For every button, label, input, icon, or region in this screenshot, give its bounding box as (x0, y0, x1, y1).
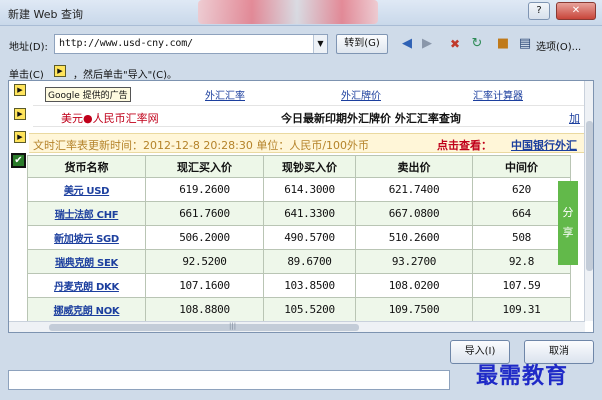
table-select-arrow-icon[interactable]: ▶ (14, 108, 26, 120)
spot-buy-cell: 619.2600 (145, 177, 264, 202)
google-ad-label[interactable]: Google 提供的广告 (45, 87, 131, 102)
cash-buy-cell: 89.6700 (263, 249, 356, 274)
mid-cell: 664 (472, 201, 571, 226)
mid-cell: 620 (472, 177, 571, 202)
cash-buy-cell: 490.5700 (263, 225, 356, 250)
address-url: http://www.usd-cny.com/ (59, 38, 193, 49)
mid-cell: 107.59 (472, 273, 571, 298)
sell-cell: 667.0800 (355, 201, 473, 226)
header-spot-buy: 现汇买入价 (145, 155, 264, 178)
title-bar: 新建 Web 查询 ? ✕ (0, 0, 602, 26)
table-row: 丹麦克朗 DKK 107.1600 103.8500 108.0200 107.… (27, 273, 571, 298)
watermark-text: 最需教育 (476, 363, 569, 389)
table-row: 瑞士法郎 CHF 661.7600 641.3300 667.0800 664 (27, 201, 571, 226)
site-nav: Google 提供的广告 外汇汇率 外汇牌价 汇率计算器 (31, 87, 591, 102)
spot-buy-cell: 506.2000 (145, 225, 264, 250)
blurred-title-region (198, 0, 378, 24)
refresh-icon[interactable]: ↻ (468, 35, 486, 53)
nav-link-forex-rate[interactable]: 外汇汇率 (205, 87, 245, 102)
table-row: 瑞典克朗 SEK 92.5200 89.6700 93.2700 92.8 (27, 249, 571, 274)
boc-forex-link[interactable]: 中国银行外汇 (511, 137, 577, 153)
header-currency: 货币名称 (27, 155, 146, 178)
nav-link-forex-quote[interactable]: 外汇牌价 (341, 87, 381, 102)
sell-cell: 108.0200 (355, 273, 473, 298)
table-row: 新加坡元 SGD 506.2000 490.5700 510.2600 508 (27, 225, 571, 250)
share-label: 分享 (562, 206, 574, 239)
address-input[interactable]: http://www.usd-cny.com/ ▼ (54, 34, 328, 54)
spot-buy-cell: 108.8800 (145, 297, 264, 322)
options-button[interactable]: 选项(O)... (536, 38, 581, 53)
save-query-icon[interactable]: ■ (494, 35, 512, 53)
nav-link-rate-calculator[interactable]: 汇率计算器 (473, 87, 523, 102)
spot-buy-cell: 92.5200 (145, 249, 264, 274)
scroll-grip-icon: ||| (229, 322, 237, 330)
close-button[interactable]: ✕ (556, 2, 596, 20)
instruction-text-prefix: 单击(C) (9, 70, 44, 81)
update-click-label: 点击查看： (437, 139, 492, 152)
status-bar (8, 370, 450, 390)
mid-cell: 508 (472, 225, 571, 250)
cash-buy-cell: 614.3000 (263, 177, 356, 202)
header-cash-buy: 现钞买入价 (263, 155, 356, 178)
currency-link[interactable]: 挪威克朗 NOK (27, 297, 146, 322)
currency-link[interactable]: 美元 USD (27, 177, 146, 202)
sell-cell: 510.2600 (355, 225, 473, 250)
sell-cell: 93.2700 (355, 249, 473, 274)
cash-buy-cell: 103.8500 (263, 273, 356, 298)
table-selected-check-icon[interactable]: ✔ (11, 153, 26, 168)
update-time-text: 文时汇率表更新时间：2012-12-8 20:28:30 单位：人民币/100外… (33, 139, 370, 152)
site-logo[interactable]: 美元●人民币汇率网 (61, 110, 159, 126)
currency-link[interactable]: 丹麦克朗 DKK (27, 273, 146, 298)
exchange-rate-table: 货币名称 现汇买入价 现钞买入价 卖出价 中间价 美元 USD 619.2600… (27, 155, 571, 322)
address-dropdown-icon[interactable]: ▼ (313, 35, 327, 53)
cash-buy-cell: 641.3300 (263, 201, 356, 226)
stop-icon[interactable]: ✖ (446, 35, 464, 53)
table-row: 挪威克朗 NOK 108.8800 105.5200 109.7500 109.… (27, 297, 571, 322)
vertical-scrollbar[interactable] (584, 81, 593, 321)
go-button[interactable]: 转到(G) (336, 34, 388, 54)
horizontal-scrollbar[interactable]: ||| (9, 321, 585, 332)
table-row: 美元 USD 619.2600 614.3000 621.7400 620 (27, 177, 571, 202)
currency-link[interactable]: 瑞士法郎 CHF (27, 201, 146, 226)
site-title: 今日最新印期外汇牌价 外汇汇率查询 (281, 112, 461, 125)
help-button[interactable]: ? (528, 2, 550, 20)
window-title: 新建 Web 查询 (8, 8, 83, 21)
header-mid: 中间价 (472, 155, 571, 178)
header-sell: 卖出价 (355, 155, 473, 178)
sell-cell: 621.7400 (355, 177, 473, 202)
currency-link[interactable]: 瑞典克朗 SEK (27, 249, 146, 274)
table-select-arrow-icon[interactable]: ▶ (14, 84, 26, 96)
vertical-scroll-thumb[interactable] (586, 121, 593, 271)
cash-buy-cell: 105.5200 (263, 297, 356, 322)
web-preview-frame: ▶ ▶ ▶ Google 提供的广告 外汇汇率 外汇牌价 汇率计算器 美元●人民… (8, 80, 594, 333)
site-header: 美元●人民币汇率网 今日最新印期外汇牌价 外汇汇率查询 加 (33, 105, 584, 127)
site-more-link[interactable]: 加 (569, 110, 580, 126)
forward-arrow-icon[interactable]: ▶ (418, 35, 436, 53)
share-button[interactable]: 分享 (558, 181, 578, 265)
sell-cell: 109.7500 (355, 297, 473, 322)
spot-buy-cell: 107.1600 (145, 273, 264, 298)
mid-cell: 109.31 (472, 297, 571, 322)
options-icon[interactable]: ▤ (516, 35, 534, 53)
update-bar: 文时汇率表更新时间：2012-12-8 20:28:30 单位：人民币/100外… (29, 133, 585, 153)
mid-cell: 92.8 (472, 249, 571, 274)
table-select-arrow-icon[interactable]: ▶ (14, 131, 26, 143)
yellow-arrow-icon: ▶ (54, 65, 66, 77)
horizontal-scroll-thumb[interactable] (49, 324, 359, 331)
back-arrow-icon[interactable]: ◀ (398, 35, 416, 53)
address-label: 地址(D): (9, 42, 48, 53)
spot-buy-cell: 661.7600 (145, 201, 264, 226)
instruction-text-suffix: ，然后单击"导入"(C)。 (73, 70, 177, 81)
currency-link[interactable]: 新加坡元 SGD (27, 225, 146, 250)
